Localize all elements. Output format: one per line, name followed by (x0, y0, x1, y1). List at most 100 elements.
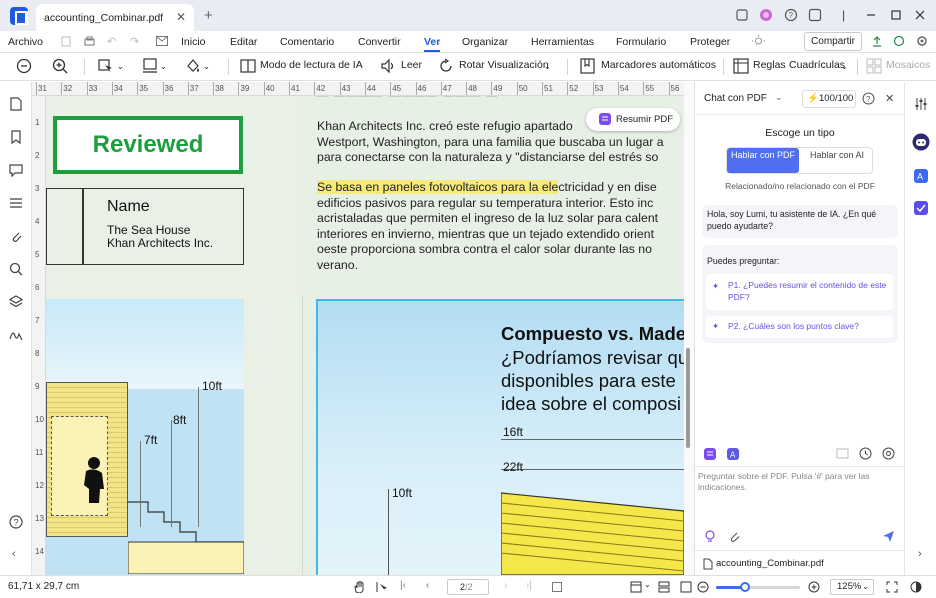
properties-icon[interactable] (914, 97, 928, 111)
page-display-icon[interactable] (142, 58, 158, 74)
prev-page-icon[interactable]: ‹ (426, 580, 429, 591)
talk-to-pdf-option[interactable]: Hablar con PDF (727, 148, 799, 173)
select-tool-icon[interactable] (98, 58, 114, 74)
info-icon[interactable]: ? (862, 92, 875, 105)
next-page-icon[interactable]: › (504, 580, 507, 591)
scroll-mode-icon[interactable] (658, 581, 670, 593)
read-aloud-button[interactable]: Leer (401, 59, 422, 71)
save-cloud-icon[interactable] (736, 9, 748, 21)
mode-dropdown-icon[interactable]: ⌄ (775, 92, 783, 103)
share-button[interactable]: Compartir (804, 32, 862, 51)
chat-mode-selector[interactable]: Chat con PDF (704, 93, 767, 104)
zoom-out-icon[interactable] (16, 58, 32, 74)
menu-convertir[interactable]: Convertir (358, 36, 401, 48)
menu-formulario[interactable]: Formulario (616, 36, 666, 48)
sync-icon[interactable] (893, 35, 905, 47)
document-tab[interactable]: accounting_Combinar.pdf ✕ (36, 4, 194, 31)
pdf-page-view[interactable]: Reviewed Name The Sea House Khan Archite… (46, 96, 684, 575)
menu-inicio[interactable]: Inicio (181, 36, 206, 48)
highlighted-text[interactable]: Se basa en paneles fotovoltaicos para la… (317, 180, 559, 194)
layers-icon[interactable] (9, 295, 23, 309)
print-icon[interactable] (84, 36, 95, 47)
suggestion-q2[interactable]: ✦ P2. ¿Cuáles son los puntos clave? (706, 316, 893, 338)
translate-tool-icon[interactable]: A (727, 448, 739, 460)
settings-icon[interactable] (916, 35, 928, 47)
zoom-out-small-icon[interactable] (697, 581, 709, 593)
grids-dropdown-icon[interactable]: ⌄ (841, 62, 848, 71)
background-dropdown-icon[interactable]: ⌄ (203, 62, 210, 71)
history-icon[interactable] (859, 447, 872, 460)
suggestion-q1[interactable]: ✦ P1. ¿Puedes resumir el contenido de es… (706, 274, 893, 310)
read-aloud-icon[interactable] (380, 58, 396, 74)
translate-icon[interactable]: A (914, 169, 928, 183)
mail-icon[interactable] (156, 36, 168, 46)
undo-icon[interactable]: ↶ (107, 35, 116, 48)
page-number-input[interactable]: 2/2 (447, 579, 489, 595)
summary-tool-icon[interactable] (704, 448, 716, 460)
redo-icon[interactable]: ↷ (130, 35, 139, 48)
maximize-icon[interactable] (891, 10, 901, 20)
menu-organizar[interactable]: Organizar (462, 36, 508, 48)
prompt-bulb-icon[interactable] (704, 530, 716, 543)
menu-herramientas[interactable]: Herramientas (531, 36, 594, 48)
scrollbar-thumb[interactable] (686, 348, 690, 448)
check-tool-icon[interactable] (914, 201, 928, 215)
new-chat-icon[interactable] (836, 447, 849, 460)
upload-icon[interactable] (871, 35, 883, 47)
zoom-in-small-icon[interactable] (808, 581, 820, 593)
zoom-percent-select[interactable]: 125% ⌄ (830, 579, 874, 595)
zoom-slider-handle[interactable] (740, 582, 751, 592)
vertical-scrollbar[interactable] (684, 82, 694, 575)
fit-page-icon[interactable] (552, 582, 562, 592)
signature-icon[interactable] (9, 328, 23, 342)
send-icon[interactable] (882, 530, 895, 543)
thumbnails-icon[interactable] (9, 97, 23, 111)
rulers-button[interactable]: Reglas (753, 59, 786, 71)
layers-list-icon[interactable] (9, 196, 23, 210)
avatar-icon[interactable] (759, 8, 773, 22)
ai-reading-mode-button[interactable]: Modo de lectura de IA (260, 59, 363, 71)
zoom-in-icon[interactable] (52, 58, 68, 74)
notification-icon[interactable] (808, 8, 822, 22)
new-tab-icon[interactable]: + (204, 7, 213, 24)
close-window-icon[interactable] (915, 10, 925, 20)
attachment-icon[interactable] (9, 229, 23, 243)
fit-width-icon[interactable] (680, 581, 692, 593)
text-select-icon[interactable] (376, 581, 388, 593)
page-layout-icon[interactable] (630, 581, 642, 593)
bookmark-icon[interactable] (9, 130, 23, 144)
close-panel-icon[interactable]: ✕ (885, 92, 894, 105)
talk-to-ai-option[interactable]: Hablar con AI (803, 148, 871, 173)
attach-icon[interactable] (728, 530, 740, 543)
help-circle-icon[interactable]: ? (9, 515, 23, 529)
theme-toggle-icon[interactable] (910, 581, 922, 593)
menu-comentario[interactable]: Comentario (280, 36, 334, 48)
menu-editar[interactable]: Editar (230, 36, 257, 48)
background-color-icon[interactable] (185, 58, 201, 74)
ai-reading-mode-icon[interactable] (240, 58, 256, 74)
ai-assistant-icon[interactable] (912, 133, 930, 151)
zoom-slider[interactable] (716, 582, 800, 592)
help-icon[interactable]: ? (784, 8, 798, 22)
hand-tool-icon[interactable] (353, 581, 365, 593)
page-display-dropdown-icon[interactable]: ⌄ (160, 62, 167, 71)
close-tab-icon[interactable]: ✕ (176, 10, 186, 24)
search-icon[interactable] (9, 262, 23, 276)
page-layout-dropdown-icon[interactable]: ⌄ (644, 580, 651, 589)
rulers-icon[interactable] (733, 58, 749, 74)
tip-bulb-icon[interactable] (752, 35, 765, 48)
fullscreen-icon[interactable] (886, 581, 898, 593)
rotate-view-button[interactable]: Rotar Visualización (459, 59, 549, 71)
last-page-icon[interactable]: ›| (526, 580, 532, 591)
minimize-icon[interactable] (866, 10, 876, 20)
collapse-sidebar-icon[interactable]: ‹ (12, 548, 16, 560)
select-dropdown-icon[interactable]: ⌄ (117, 62, 124, 71)
comment-icon[interactable] (9, 163, 23, 177)
mosaics-icon[interactable] (866, 58, 882, 74)
auto-bookmark-button[interactable]: Marcadores automáticos (601, 59, 716, 71)
reviewed-stamp[interactable]: Reviewed (53, 116, 243, 174)
rotate-view-icon[interactable] (438, 58, 454, 74)
expand-rail-icon[interactable]: › (918, 548, 922, 560)
menu-archivo[interactable]: Archivo (8, 36, 43, 48)
first-page-icon[interactable]: |‹ (400, 580, 406, 591)
